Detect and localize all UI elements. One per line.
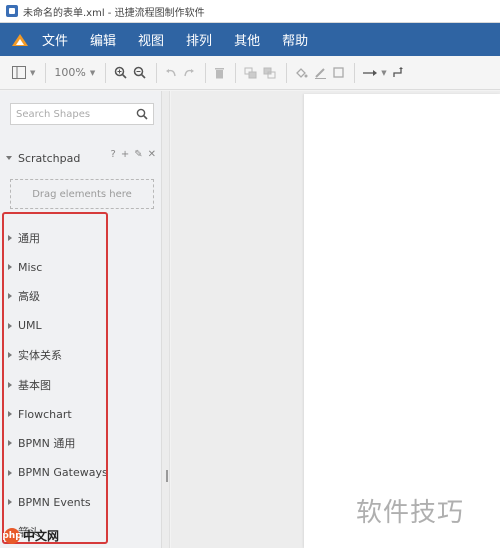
redo-button[interactable] <box>183 62 195 84</box>
toolbar: ▼ 100% ▼ ▼ <box>0 56 500 90</box>
library-label: UML <box>18 319 42 333</box>
send-to-back-icon <box>263 67 276 78</box>
shape-library-list: 通用 Misc 高级 UML 实体关系 基本图 Flowchart BPMN 通… <box>0 223 162 546</box>
php-logo-icon: php <box>2 527 22 544</box>
trash-icon <box>215 67 225 78</box>
library-label: Misc <box>18 260 43 274</box>
menu-bar: 文件 编辑 视图 排列 其他 帮助 <box>0 23 500 56</box>
zoom-level: 100% <box>54 66 86 79</box>
delete-button[interactable] <box>214 62 225 84</box>
library-label: 通用 <box>18 231 40 245</box>
app-logo-icon <box>12 32 28 48</box>
toolbar-separator <box>205 62 207 83</box>
shapes-sidebar: Scratchpad ? + ✎ ✕ Drag elements here 通用… <box>0 91 162 548</box>
chevron-right-icon <box>8 411 12 418</box>
line-color-button[interactable] <box>314 62 327 84</box>
chevron-right-icon <box>8 264 12 271</box>
watermark-logo: php 中文网 <box>2 527 60 544</box>
library-label: 基本图 <box>18 378 51 392</box>
toolbar-separator <box>156 62 158 83</box>
menu-edit[interactable]: 编辑 <box>90 30 116 49</box>
edit-icon[interactable]: ✎ <box>134 149 142 160</box>
title-bar: 未命名的表单.xml - 迅捷流程图制作软件 <box>0 0 500 23</box>
toolbar-separator <box>354 62 356 83</box>
square-icon <box>333 67 344 78</box>
library-misc[interactable]: Misc <box>0 252 162 281</box>
to-front-button[interactable] <box>244 62 257 84</box>
pencil-icon <box>315 67 327 79</box>
watermark-site-text: 中文网 <box>23 529 60 543</box>
menu-view[interactable]: 视图 <box>138 30 164 49</box>
add-icon[interactable]: + <box>121 149 129 160</box>
library-label: 高级 <box>18 290 40 304</box>
zoom-out-icon <box>133 66 146 79</box>
zoom-dropdown[interactable]: 100% ▼ <box>54 62 95 84</box>
library-advanced[interactable]: 高级 <box>0 282 162 311</box>
toolbar-separator <box>286 62 288 83</box>
menu-help[interactable]: 帮助 <box>282 30 308 49</box>
watermark-text: 软件技巧 <box>356 498 465 528</box>
menu-file[interactable]: 文件 <box>42 30 68 49</box>
redo-icon <box>184 68 195 76</box>
library-general[interactable]: 通用 <box>0 223 162 252</box>
scratchpad-header[interactable]: Scratchpad ? + ✎ ✕ <box>6 149 158 167</box>
scratchpad-dropzone[interactable]: Drag elements here <box>10 179 154 209</box>
chevron-right-icon <box>8 499 12 506</box>
library-label: BPMN Events <box>18 495 91 509</box>
library-basic[interactable]: 基本图 <box>0 370 162 399</box>
chevron-right-icon <box>8 234 12 241</box>
window-title: 未命名的表单.xml - 迅捷流程图制作软件 <box>23 7 205 19</box>
scratchpad-label: Scratchpad <box>18 151 81 165</box>
library-label: BPMN 通用 <box>18 437 76 451</box>
menu-arrange[interactable]: 排列 <box>186 30 212 49</box>
search-input[interactable] <box>16 107 134 122</box>
library-bpmn-gateways[interactable]: BPMN Gateways <box>0 458 162 487</box>
toolbar-separator <box>235 62 237 83</box>
fill-color-button[interactable] <box>295 62 308 84</box>
library-label: 实体关系 <box>18 349 62 363</box>
toolbar-separator <box>45 62 47 83</box>
chevron-right-icon <box>8 440 12 447</box>
paint-bucket-icon <box>296 67 308 78</box>
library-bpmn-general[interactable]: BPMN 通用 <box>0 429 162 458</box>
library-uml[interactable]: UML <box>0 311 162 340</box>
search-box <box>10 103 154 125</box>
chevron-down-icon <box>6 156 12 160</box>
bring-to-front-icon <box>244 67 257 78</box>
library-label: BPMN Gateways <box>18 466 108 480</box>
zoom-in-icon <box>114 66 127 79</box>
chevron-right-icon <box>8 352 12 359</box>
undo-icon <box>166 68 176 76</box>
app-icon <box>6 5 18 17</box>
waypoint-style-button[interactable] <box>392 62 405 84</box>
library-entity-relation[interactable]: 实体关系 <box>0 341 162 370</box>
search-icon[interactable] <box>136 108 148 120</box>
splitter-grip-icon[interactable] <box>166 470 168 482</box>
zoom-in-button[interactable] <box>114 62 127 84</box>
chevron-right-icon <box>8 293 12 300</box>
menu-other[interactable]: 其他 <box>234 30 260 49</box>
shadow-button[interactable] <box>333 62 344 84</box>
chevron-right-icon <box>8 322 12 329</box>
library-bpmn-events[interactable]: BPMN Events <box>0 488 162 517</box>
toolbar-separator <box>105 62 107 83</box>
arrow-right-icon <box>363 69 378 76</box>
zoom-out-button[interactable] <box>133 62 146 84</box>
library-flowchart[interactable]: Flowchart <box>0 399 162 428</box>
page-view-button[interactable]: ▼ <box>12 62 35 84</box>
help-icon[interactable]: ? <box>111 149 116 160</box>
to-back-button[interactable] <box>263 62 276 84</box>
close-icon[interactable]: ✕ <box>148 149 156 160</box>
chevron-right-icon <box>8 381 12 388</box>
connection-style-dropdown[interactable]: ▼ <box>363 62 387 84</box>
elbow-connector-icon <box>392 67 403 77</box>
chevron-right-icon <box>8 469 12 476</box>
page-layout-icon <box>12 66 26 79</box>
library-label: Flowchart <box>18 407 72 421</box>
dropzone-text: Drag elements here <box>32 188 132 200</box>
undo-button[interactable] <box>165 62 177 84</box>
diagram-page[interactable] <box>304 94 500 548</box>
